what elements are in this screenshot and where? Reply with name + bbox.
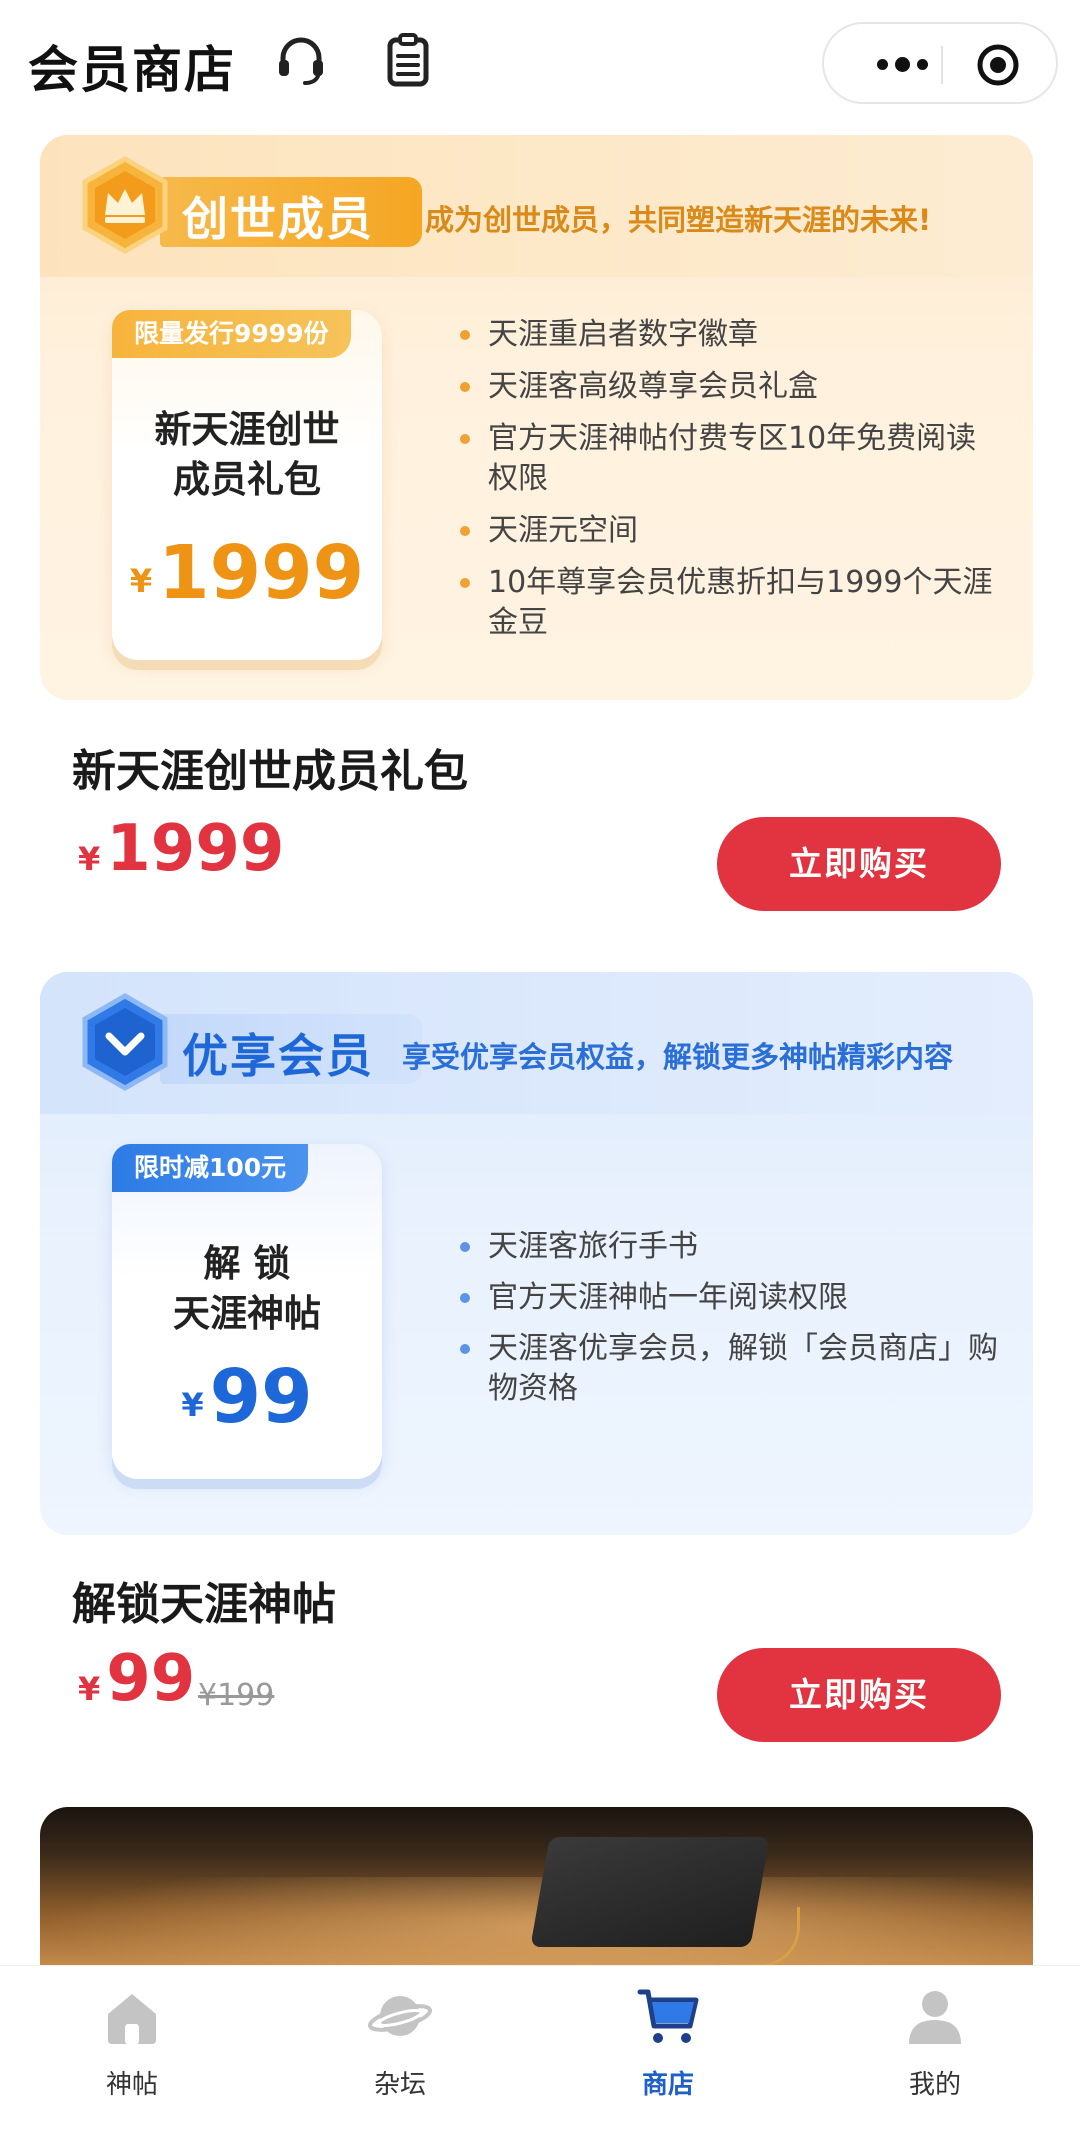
perk-item: 天涯重启者数字徽章 xyxy=(458,315,998,355)
mini-program-capsule xyxy=(822,22,1058,104)
tier-label: 优享会员 xyxy=(182,1029,374,1083)
buy-now-button[interactable]: 立即购买 xyxy=(717,817,1001,911)
perk-item: 官方天涯神帖付费专区10年免费阅读权限 xyxy=(458,419,998,499)
pack-currency: ¥ xyxy=(129,562,153,600)
discount-ribbon: 限时减100元 xyxy=(112,1144,309,1192)
notes-icon[interactable] xyxy=(380,32,436,88)
more-dots-icon[interactable] xyxy=(858,48,946,80)
diamond-badge-icon xyxy=(75,992,175,1092)
pack-name: 解 锁 天涯神帖 xyxy=(112,1239,382,1339)
pack-name: 新天涯创世 成员礼包 xyxy=(112,405,382,505)
target-icon[interactable] xyxy=(976,43,1020,87)
perk-item: 天涯元空间 xyxy=(458,511,998,551)
page-title: 会员商店 xyxy=(28,41,236,99)
home-icon xyxy=(100,1986,164,2046)
original-price: ¥199 xyxy=(198,1678,275,1713)
pack-name-line2: 成员礼包 xyxy=(173,458,321,501)
product-image-card[interactable] xyxy=(40,1807,1033,1965)
limited-ribbon: 限量发行9999份 xyxy=(112,310,351,358)
bottom-tab-bar: 神帖 杂坛 商店 我的 xyxy=(0,1965,1080,2135)
price-value: 1999 xyxy=(106,812,285,886)
pack-price: ¥1999 xyxy=(112,530,382,616)
tab-label: 杂坛 xyxy=(373,2070,426,2100)
product-price: ¥1999 xyxy=(78,812,284,886)
tab-label: 神帖 xyxy=(105,2070,158,2100)
gift-pack-tile: 限量发行9999份 新天涯创世 成员礼包 ¥1999 xyxy=(112,310,382,660)
tab-label: 我的 xyxy=(908,2070,961,2100)
tier-tagline: 享受优享会员权益，解锁更多神帖精彩内容 xyxy=(402,1040,954,1074)
perk-item: 天涯客高级尊享会员礼盒 xyxy=(458,367,998,407)
perk-list: 天涯客旅行手书 官方天涯神帖一年阅读权限 天涯客优享会员，解锁「会员商店」购物资… xyxy=(458,1227,998,1420)
pack-price-value: 99 xyxy=(209,1354,313,1440)
tab-label: 商店 xyxy=(641,2070,694,2100)
perk-item: 天涯客旅行手书 xyxy=(458,1227,998,1267)
pack-price: ¥99 xyxy=(112,1354,382,1440)
premium-member-card[interactable]: 优享会员 享受优享会员权益，解锁更多神帖精彩内容 限时减100元 解 锁 天涯神… xyxy=(40,972,1033,1535)
pack-currency: ¥ xyxy=(181,1386,204,1424)
price-value: 99 xyxy=(106,1642,196,1716)
capsule-divider xyxy=(941,46,943,84)
product-name: 解锁天涯神帖 xyxy=(72,1579,336,1630)
perk-item: 10年尊享会员优惠折扣与1999个天涯金豆 xyxy=(458,563,998,643)
founder-member-card[interactable]: 创世成员 成为创世成员，共同塑造新天涯的未来! 限量发行9999份 新天涯创世 … xyxy=(40,135,1033,700)
pack-price-value: 1999 xyxy=(158,530,365,616)
headset-icon[interactable] xyxy=(273,32,329,88)
pack-name-line1: 解 锁 xyxy=(203,1242,291,1285)
perk-list: 天涯重启者数字徽章 天涯客高级尊享会员礼盒 官方天涯神帖付费专区10年免费阅读权… xyxy=(458,315,998,655)
tab-profile[interactable]: 我的 xyxy=(855,1966,1015,2101)
tier-label: 创世成员 xyxy=(182,192,374,246)
tab-posts[interactable]: 神帖 xyxy=(52,1966,212,2101)
cart-icon xyxy=(636,1986,700,2046)
top-bar: 会员商店 xyxy=(0,0,1080,125)
gift-pack-tile: 限时减100元 解 锁 天涯神帖 ¥99 xyxy=(112,1144,382,1479)
perk-item: 官方天涯神帖一年阅读权限 xyxy=(458,1278,998,1318)
buy-now-button[interactable]: 立即购买 xyxy=(717,1648,1001,1742)
tab-shop[interactable]: 商店 xyxy=(588,1966,748,2101)
home-indicator-area xyxy=(0,2126,1080,2135)
product-price: ¥99 xyxy=(78,1642,195,1716)
pack-name-line2: 天涯神帖 xyxy=(173,1292,321,1335)
pack-name-line1: 新天涯创世 xyxy=(154,408,340,451)
planet-icon xyxy=(367,1986,433,2046)
user-icon xyxy=(903,1986,967,2046)
crown-badge-icon xyxy=(75,155,175,255)
price-currency: ¥ xyxy=(78,1670,101,1708)
tab-forum[interactable]: 杂坛 xyxy=(320,1966,480,2101)
tier-tagline: 成为创世成员，共同塑造新天涯的未来! xyxy=(425,203,932,237)
product-name: 新天涯创世成员礼包 xyxy=(72,746,468,797)
price-currency: ¥ xyxy=(78,840,101,878)
perk-item: 天涯客优享会员，解锁「会员商店」购物资格 xyxy=(458,1329,998,1409)
